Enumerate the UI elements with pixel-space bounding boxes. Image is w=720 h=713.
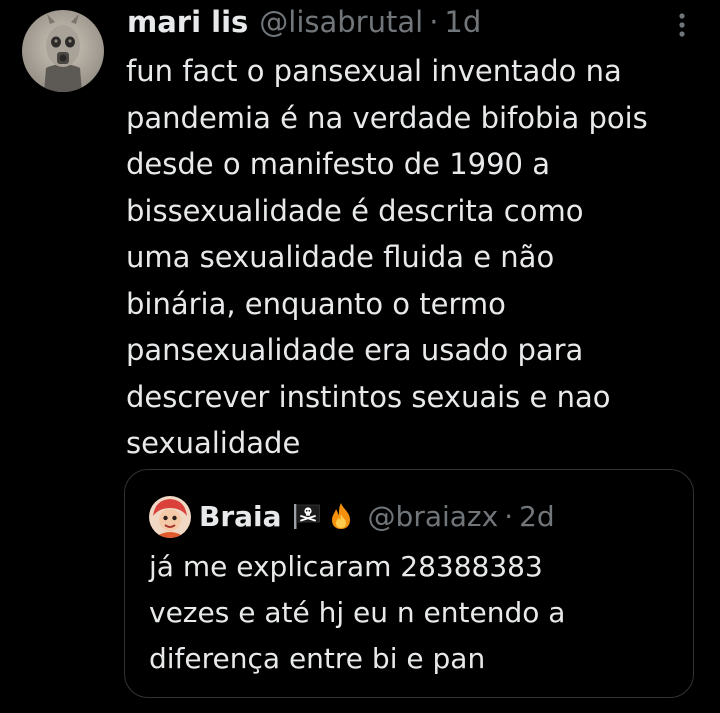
author-display-name[interactable]: mari lis <box>127 2 248 42</box>
author-handle[interactable]: @lisabrutal <box>259 2 423 42</box>
quoted-tweet-timestamp[interactable]: 2d <box>519 500 555 533</box>
quoted-avatar-icon <box>149 496 191 538</box>
more-icon <box>679 13 685 37</box>
quoted-tweet-header: Braia @braiazx · 2d <box>199 496 555 536</box>
tweet[interactable]: mari lis @lisabrutal · 1d fun fact o pan… <box>0 0 720 713</box>
avatar-mask-icon <box>22 10 104 92</box>
quoted-author-display-name[interactable]: Braia <box>199 500 282 533</box>
tweet-timestamp[interactable]: 1d <box>444 2 481 42</box>
tweet-text: fun fact o pansexual inventado na pandem… <box>126 54 648 460</box>
quoted-tweet-text: já me explicaram 28388383 vezes e até hj… <box>149 550 566 675</box>
header-separator: · <box>429 5 439 39</box>
avatar[interactable] <box>22 10 104 92</box>
quoted-header-separator: · <box>504 499 514 533</box>
more-horizontal-dots-icon[interactable] <box>664 10 704 42</box>
quoted-tweet-card[interactable]: Braia @braiazx · 2d já me explicaram 283… <box>124 469 694 698</box>
quoted-author-emojis <box>292 501 356 531</box>
fire-icon <box>331 503 350 529</box>
pirate-flag-icon <box>293 504 320 529</box>
quoted-author-avatar[interactable] <box>149 496 191 538</box>
quoted-author-handle[interactable]: @braiazx <box>368 500 499 533</box>
tweet-header: mari lis @lisabrutal · 1d <box>127 2 481 42</box>
